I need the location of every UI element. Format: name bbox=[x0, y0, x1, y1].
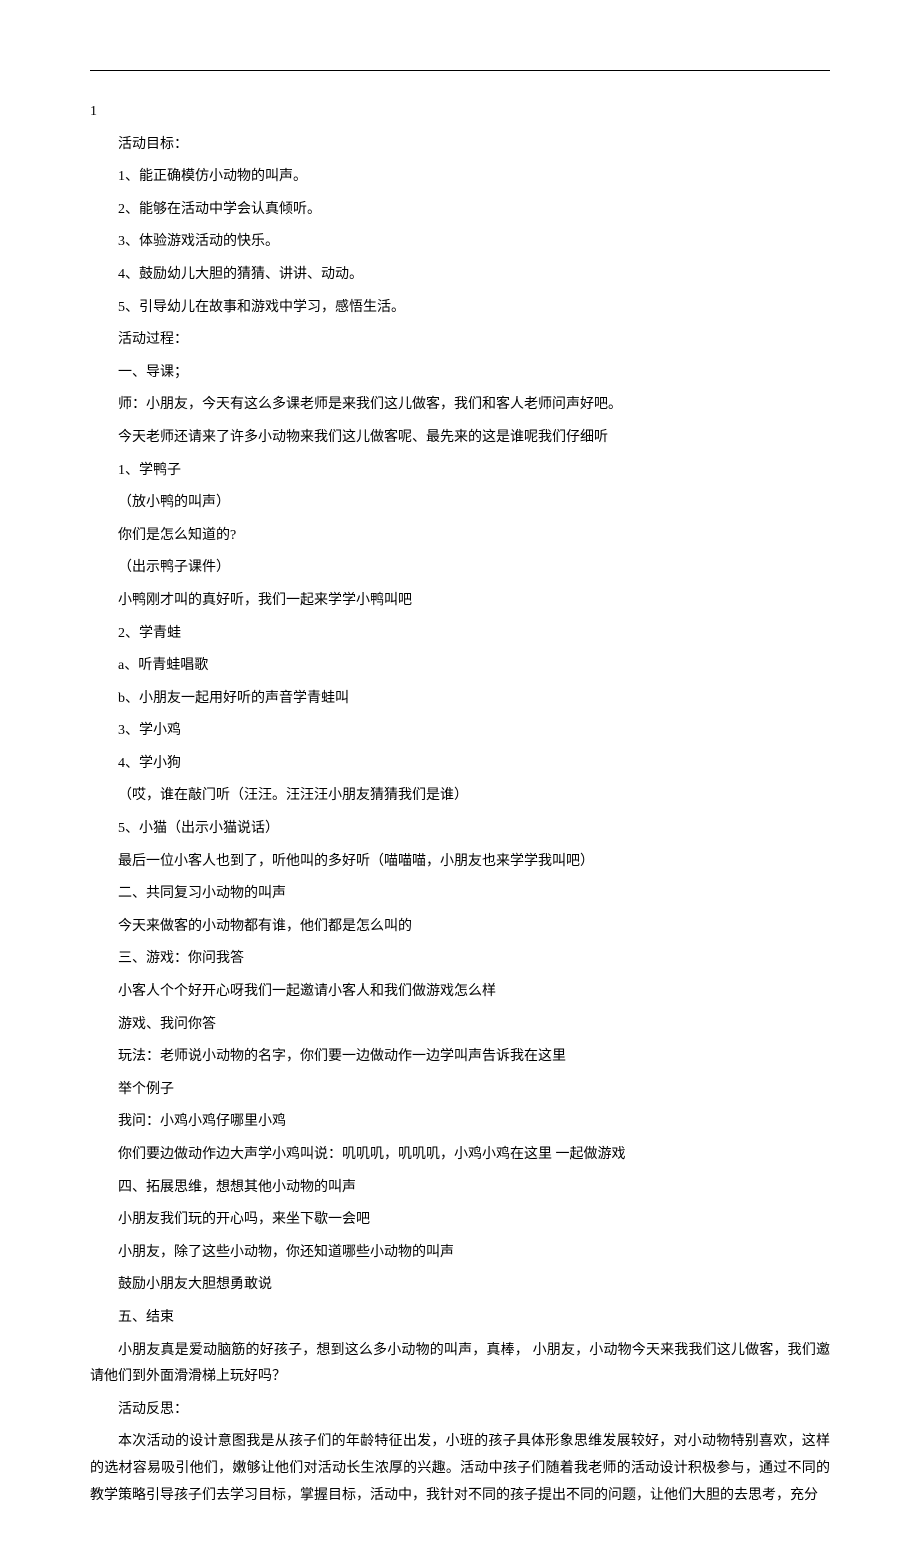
body-line: 师：小朋友，今天有这么多课老师是来我们这儿做客，我们和客人老师问声好吧。 bbox=[90, 392, 830, 419]
document-page: 1 活动目标： 1、能正确模仿小动物的叫声。 2、能够在活动中学会认真倾听。 3… bbox=[0, 0, 920, 1555]
body-line: 鼓励小朋友大胆想勇敢说 bbox=[90, 1272, 830, 1299]
body-line: 五、结束 bbox=[90, 1305, 830, 1332]
body-line: 玩法：老师说小动物的名字，你们要一边做动作一边学叫声告诉我在这里 bbox=[90, 1044, 830, 1071]
body-line: 今天来做客的小动物都有谁，他们都是怎么叫的 bbox=[90, 914, 830, 941]
body-line: 游戏、我问你答 bbox=[90, 1012, 830, 1039]
section-number: 1 bbox=[90, 99, 830, 126]
body-line: 一、导课； bbox=[90, 360, 830, 387]
body-line: 最后一位小客人也到了，听他叫的多好听（喵喵喵，小朋友也来学学我叫吧） bbox=[90, 849, 830, 876]
body-paragraph: 小朋友真是爱动脑筋的好孩子，想到这么多小动物的叫声，真棒， 小朋友，小动物今天来… bbox=[90, 1338, 830, 1391]
body-line: 我问：小鸡小鸡仔哪里小鸡 bbox=[90, 1109, 830, 1136]
body-line: 1、能正确模仿小动物的叫声。 bbox=[90, 164, 830, 191]
body-line: 三、游戏：你问我答 bbox=[90, 946, 830, 973]
body-line: a、听青蛙唱歌 bbox=[90, 653, 830, 680]
body-line: 4、鼓励幼儿大胆的猜猜、讲讲、动动。 bbox=[90, 262, 830, 289]
body-line: 2、学青蛙 bbox=[90, 621, 830, 648]
body-line: 活动过程： bbox=[90, 327, 830, 354]
body-line: 小朋友，除了这些小动物，你还知道哪些小动物的叫声 bbox=[90, 1240, 830, 1267]
body-line: 四、拓展思维，想想其他小动物的叫声 bbox=[90, 1175, 830, 1202]
body-line: 活动反思： bbox=[90, 1397, 830, 1424]
body-line: 活动目标： bbox=[90, 132, 830, 159]
body-line: （哎，谁在敲门听（汪汪。汪汪汪小朋友猜猜我们是谁） bbox=[90, 783, 830, 810]
body-line: 小客人个个好开心呀我们一起邀请小客人和我们做游戏怎么样 bbox=[90, 979, 830, 1006]
body-line: 小朋友我们玩的开心吗，来坐下歇一会吧 bbox=[90, 1207, 830, 1234]
body-line: 举个例子 bbox=[90, 1077, 830, 1104]
horizontal-rule bbox=[90, 70, 830, 71]
body-line: 5、引导幼儿在故事和游戏中学习，感悟生活。 bbox=[90, 295, 830, 322]
body-paragraph: 本次活动的设计意图我是从孩子们的年龄特征出发，小班的孩子具体形象思维发展较好，对… bbox=[90, 1429, 830, 1509]
body-line: b、小朋友一起用好听的声音学青蛙叫 bbox=[90, 686, 830, 713]
body-line: 二、共同复习小动物的叫声 bbox=[90, 881, 830, 908]
body-line: 4、学小狗 bbox=[90, 751, 830, 778]
body-line: 3、学小鸡 bbox=[90, 718, 830, 745]
body-line: 你们是怎么知道的? bbox=[90, 523, 830, 550]
body-line: 今天老师还请来了许多小动物来我们这儿做客呢、最先来的这是谁呢我们仔细听 bbox=[90, 425, 830, 452]
body-line: （放小鸭的叫声） bbox=[90, 490, 830, 517]
body-line: 3、体验游戏活动的快乐。 bbox=[90, 229, 830, 256]
body-line: 小鸭刚才叫的真好听，我们一起来学学小鸭叫吧 bbox=[90, 588, 830, 615]
body-line: 你们要边做动作边大声学小鸡叫说：叽叽叽，叽叽叽，小鸡小鸡在这里 一起做游戏 bbox=[90, 1142, 830, 1169]
body-line: 2、能够在活动中学会认真倾听。 bbox=[90, 197, 830, 224]
body-line: 5、小猫（出示小猫说话） bbox=[90, 816, 830, 843]
body-line: 1、学鸭子 bbox=[90, 458, 830, 485]
body-line: （出示鸭子课件） bbox=[90, 555, 830, 582]
